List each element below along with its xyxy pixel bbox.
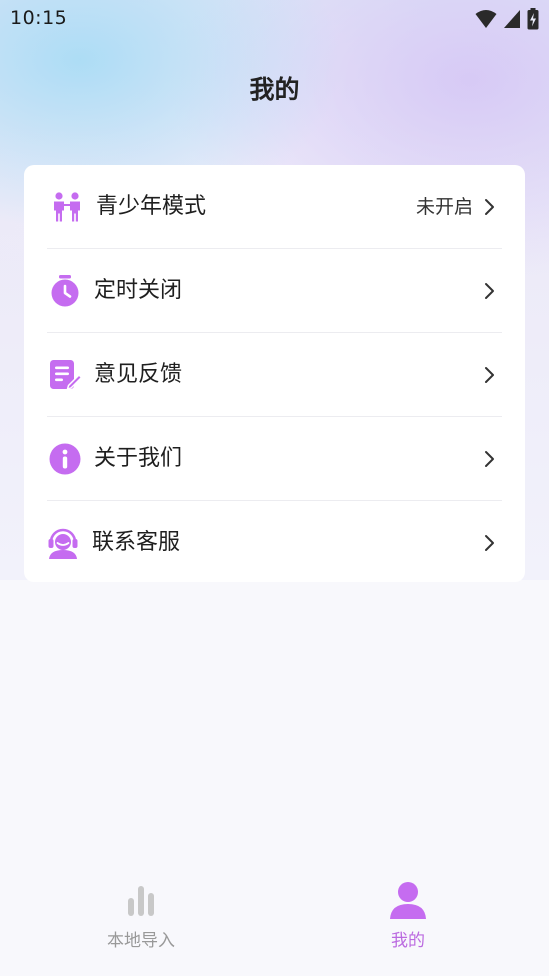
info-icon [49,443,81,475]
menu-item-feedback[interactable]: 意见反馈 [24,333,525,417]
teen-mode-icon [54,192,80,222]
teen-mode-status: 未开启 [415,196,473,218]
bar-chart-icon [128,886,154,916]
status-icons [475,8,539,30]
status-time: 10:15 [10,7,68,29]
menu-item-customer-service[interactable]: 联系客服 [24,501,525,585]
wifi-icon [475,10,497,28]
menu-item-label: 联系客服 [92,530,181,555]
menu-item-teen-mode[interactable]: 青少年模式 未开启 [24,165,525,249]
menu-item-label: 青少年模式 [96,194,207,219]
chevron-right-icon [485,367,494,383]
customer-service-icon [48,528,78,559]
user-icon [390,882,426,919]
battery-charging-icon [527,8,539,30]
menu-item-label: 关于我们 [94,446,183,471]
menu-item-timer-off[interactable]: 定时关闭 [24,249,525,333]
settings-menu-card: 青少年模式 未开启 定时关闭 意见反馈 关于我们 联系客服 [24,165,525,582]
bottom-tab-bar: 本地导入 我的 [0,870,549,976]
tab-local-import[interactable]: 本地导入 [81,880,201,960]
cellular-signal-icon [504,10,520,28]
status-bar: 10:15 [0,0,549,38]
page-title: 我的 [249,75,300,104]
tab-mine[interactable]: 我的 [348,880,468,960]
profile-screen: 10:15 我的 青少年模式 未开启 定时关闭 意见反馈 关于我们 联系客服 本… [0,0,549,976]
timer-icon [51,275,79,307]
feedback-icon [50,360,82,391]
chevron-right-icon [485,199,494,215]
chevron-right-icon [485,283,494,299]
chevron-right-icon [485,451,494,467]
tab-label: 我的 [391,931,425,951]
menu-item-label: 定时关闭 [94,278,183,303]
menu-item-label: 意见反馈 [94,362,183,387]
chevron-right-icon [485,535,494,551]
menu-item-about-us[interactable]: 关于我们 [24,417,525,501]
tab-label: 本地导入 [107,931,175,951]
